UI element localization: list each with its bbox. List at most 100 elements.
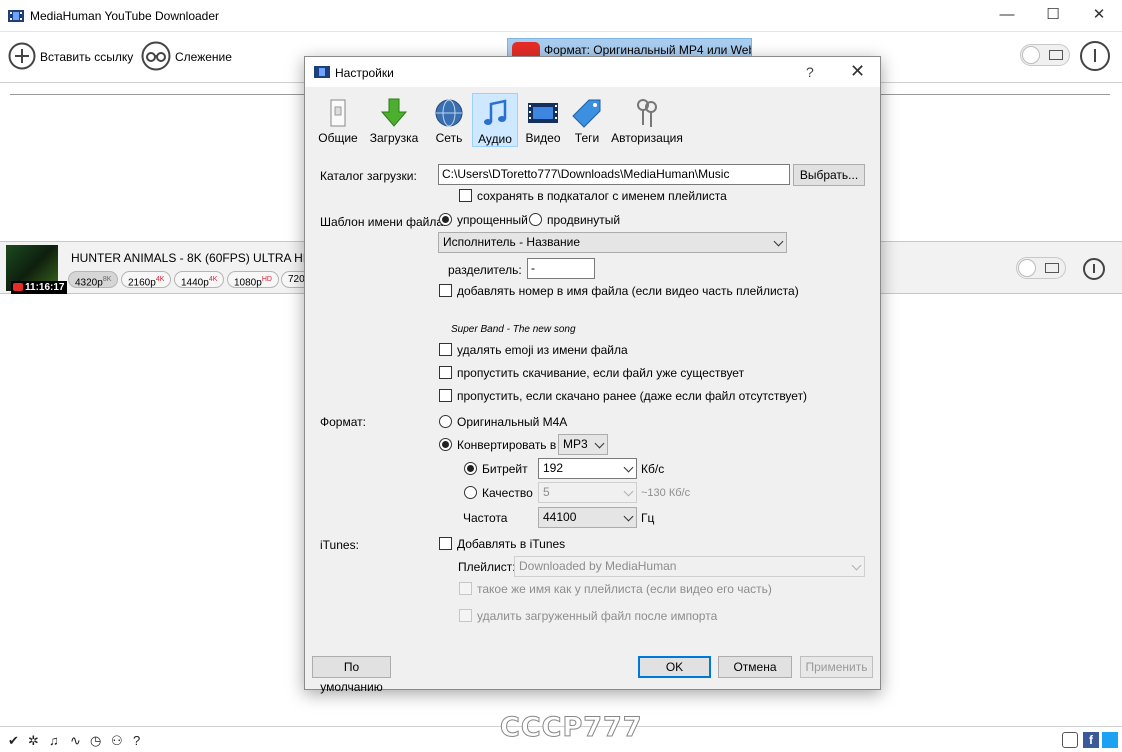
template-advanced-label: продвинутый [547, 213, 621, 227]
browse-button[interactable]: Выбрать... [793, 164, 865, 186]
help-icon[interactable]: ? [133, 733, 140, 748]
cancel-button[interactable]: Отмена [718, 656, 792, 678]
keys-icon [631, 97, 663, 129]
frequency-unit: Гц [641, 511, 655, 525]
close-window-button[interactable]: ✕ [1076, 0, 1122, 32]
settings-tabs: Общие Загрузка Сеть Аудио Видео Теги Авт… [311, 91, 876, 149]
video-thumbnail: 11:16:17 [6, 245, 68, 294]
add-number-checkbox[interactable] [439, 284, 452, 297]
binoculars-small-icon[interactable]: ⚇ [111, 733, 123, 749]
app-title: MediaHuman YouTube Downloader [30, 9, 220, 23]
dialog-app-icon [314, 65, 330, 82]
quality-option[interactable]: 4320p8K [68, 271, 119, 288]
binoculars-icon [141, 41, 171, 74]
template-simple-label: упрощенный [457, 213, 528, 227]
paste-link-button[interactable]: Вставить ссылку [8, 40, 133, 74]
tab-authorization[interactable]: Авторизация [609, 93, 685, 147]
video-duration: 11:16:17 [11, 281, 68, 294]
tab-video[interactable]: Видео [521, 93, 565, 147]
bug-report-icon[interactable] [1062, 732, 1078, 748]
maximize-button[interactable]: ☐ [1030, 0, 1076, 32]
format-original-label: Оригинальный M4A [457, 415, 568, 429]
bitrate-select[interactable]: 192 [538, 458, 637, 479]
remove-emoji-label: удалять emoji из имени файла [457, 343, 628, 357]
itunes-same-name-checkbox[interactable] [459, 582, 472, 595]
skip-downloaded-checkbox[interactable] [439, 389, 452, 402]
subfolder-label: сохранять в подкаталог с именем плейлист… [477, 189, 727, 203]
quality-option[interactable]: 1080pHD [227, 271, 279, 288]
add-number-label: добавлять номер в имя файла (если видео … [457, 284, 799, 298]
dialog-help-button[interactable]: ? [806, 64, 814, 80]
app-film-icon [8, 9, 24, 26]
snail-icon[interactable]: ∿ [70, 733, 81, 749]
quality-option[interactable]: 2160p4K [121, 271, 172, 288]
itunes-add-checkbox[interactable] [439, 537, 452, 550]
skip-downloaded-label: пропустить, если скачано ранее (даже есл… [457, 389, 808, 403]
convert-format-select[interactable]: MP3 [558, 434, 608, 455]
checkmark-icon[interactable]: ✔ [8, 733, 19, 749]
itunes-delete-label: удалить загруженный файл после импорта [477, 609, 718, 623]
defaults-button[interactable]: По умолчанию [312, 656, 391, 694]
separator-input[interactable]: - [527, 258, 595, 279]
quality-option[interactable]: 1440p4K [174, 271, 225, 288]
minimize-button[interactable]: — [984, 0, 1030, 32]
paste-link-label: Вставить ссылку [40, 50, 134, 64]
quality-select[interactable]: 5 [538, 482, 637, 503]
download-arrow-icon [378, 97, 410, 129]
download-all-icon[interactable] [1080, 41, 1110, 71]
template-select[interactable]: Исполнитель - Название [438, 232, 787, 253]
bitrate-radio[interactable] [464, 462, 477, 475]
skip-existing-label: пропустить скачивание, если файл уже сущ… [457, 366, 745, 380]
remove-emoji-checkbox[interactable] [439, 343, 452, 356]
globe-icon [433, 97, 465, 129]
tracking-label: Слежение [175, 50, 232, 64]
frequency-select[interactable]: 44100 [538, 507, 637, 528]
tab-network[interactable]: Сеть [427, 93, 471, 147]
dialog-title: Настройки [335, 66, 394, 80]
toggle-knob [1022, 46, 1040, 64]
download-dir-label: Каталог загрузки: [320, 169, 417, 183]
facebook-icon[interactable]: f [1083, 732, 1099, 748]
main-titlebar: MediaHuman YouTube Downloader — ☐ ✕ [0, 0, 1122, 32]
itunes-label: iTunes: [320, 538, 359, 552]
subfolder-checkbox[interactable] [459, 189, 472, 202]
film-icon [527, 97, 559, 129]
tab-audio[interactable]: Аудио [472, 93, 518, 147]
itunes-same-name-label: такое же имя как у плейлиста (если видео… [477, 582, 772, 596]
tab-tags[interactable]: Теги [567, 93, 607, 147]
template-simple-radio[interactable] [439, 213, 452, 226]
format-original-radio[interactable] [439, 415, 452, 428]
format-convert-radio[interactable] [439, 438, 452, 451]
tag-icon [571, 97, 603, 129]
music-icon[interactable]: ♫ [49, 733, 59, 748]
itunes-playlist-select[interactable]: Downloaded by MediaHuman [514, 556, 865, 577]
chevron-down-icon [623, 462, 634, 473]
download-dir-input[interactable]: C:\Users\DToretto777\Downloads\MediaHuma… [438, 164, 790, 185]
tab-download[interactable]: Загрузка [366, 93, 422, 147]
clock-icon[interactable]: ◷ [90, 733, 101, 749]
quality-radio[interactable] [464, 486, 477, 499]
tracking-button[interactable]: Слежение [141, 40, 232, 74]
ok-button[interactable]: OK [638, 656, 711, 678]
item-video-audio-toggle[interactable] [1016, 257, 1066, 279]
plus-circle-icon [8, 42, 36, 73]
skip-existing-checkbox[interactable] [439, 366, 452, 379]
gear-icon[interactable]: ✲ [28, 733, 39, 749]
chevron-down-icon [773, 236, 784, 247]
filename-example: Super Band - The new song [451, 324, 576, 335]
video-audio-toggle[interactable] [1020, 44, 1070, 66]
toggle-knob [1018, 259, 1036, 277]
separator-label: разделитель: [448, 263, 522, 277]
video-mode-icon [1049, 50, 1063, 60]
frequency-label: Частота [463, 511, 508, 525]
template-advanced-radio[interactable] [529, 213, 542, 226]
twitter-icon[interactable] [1102, 732, 1118, 748]
apply-button[interactable]: Применить [800, 656, 873, 678]
chevron-down-icon [623, 511, 634, 522]
itunes-delete-checkbox[interactable] [459, 609, 472, 622]
item-download-icon[interactable] [1083, 258, 1105, 280]
tab-general[interactable]: Общие [313, 93, 363, 147]
dialog-close-button[interactable]: ✕ [850, 61, 865, 82]
settings-dialog: Настройки ? ✕ Общие Загрузка Сеть Аудио … [304, 56, 881, 694]
bitrate-unit: Кб/с [641, 462, 665, 476]
